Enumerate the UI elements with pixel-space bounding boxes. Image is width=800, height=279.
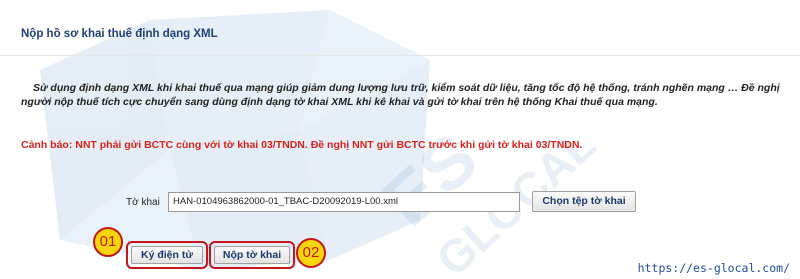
submit-button[interactable]: Nộp tờ khai	[214, 246, 290, 264]
step-badge-2: 02	[296, 238, 326, 268]
svg-text:ES: ES	[368, 118, 493, 242]
sign-button-highlight: Ký điện tử	[126, 241, 208, 269]
sign-button[interactable]: Ký điện tử	[131, 246, 203, 264]
submit-button-highlight: Nộp tờ khai	[209, 241, 295, 269]
file-label: Tờ khai	[126, 197, 160, 208]
warning-text: Cảnh báo: NNT phải gửi BCTC cùng với tờ …	[21, 139, 583, 151]
intro-text-block: Sử dụng định dạng XML khi khai thuế qua …	[21, 82, 781, 109]
file-path-field[interactable]: HAN-0104963862000-01_TBAC-D20092019-L00.…	[168, 192, 520, 212]
site-url-watermark: https://es-glocal.com/	[637, 261, 790, 275]
choose-file-button[interactable]: Chọn tệp tờ khai	[532, 191, 636, 212]
intro-text: Sử dụng định dạng XML khi khai thuế qua …	[21, 82, 780, 108]
page-title: Nộp hồ sơ khai thuế định dạng XML	[21, 28, 218, 40]
step-badge-1: 01	[93, 227, 123, 257]
divider	[0, 55, 800, 56]
